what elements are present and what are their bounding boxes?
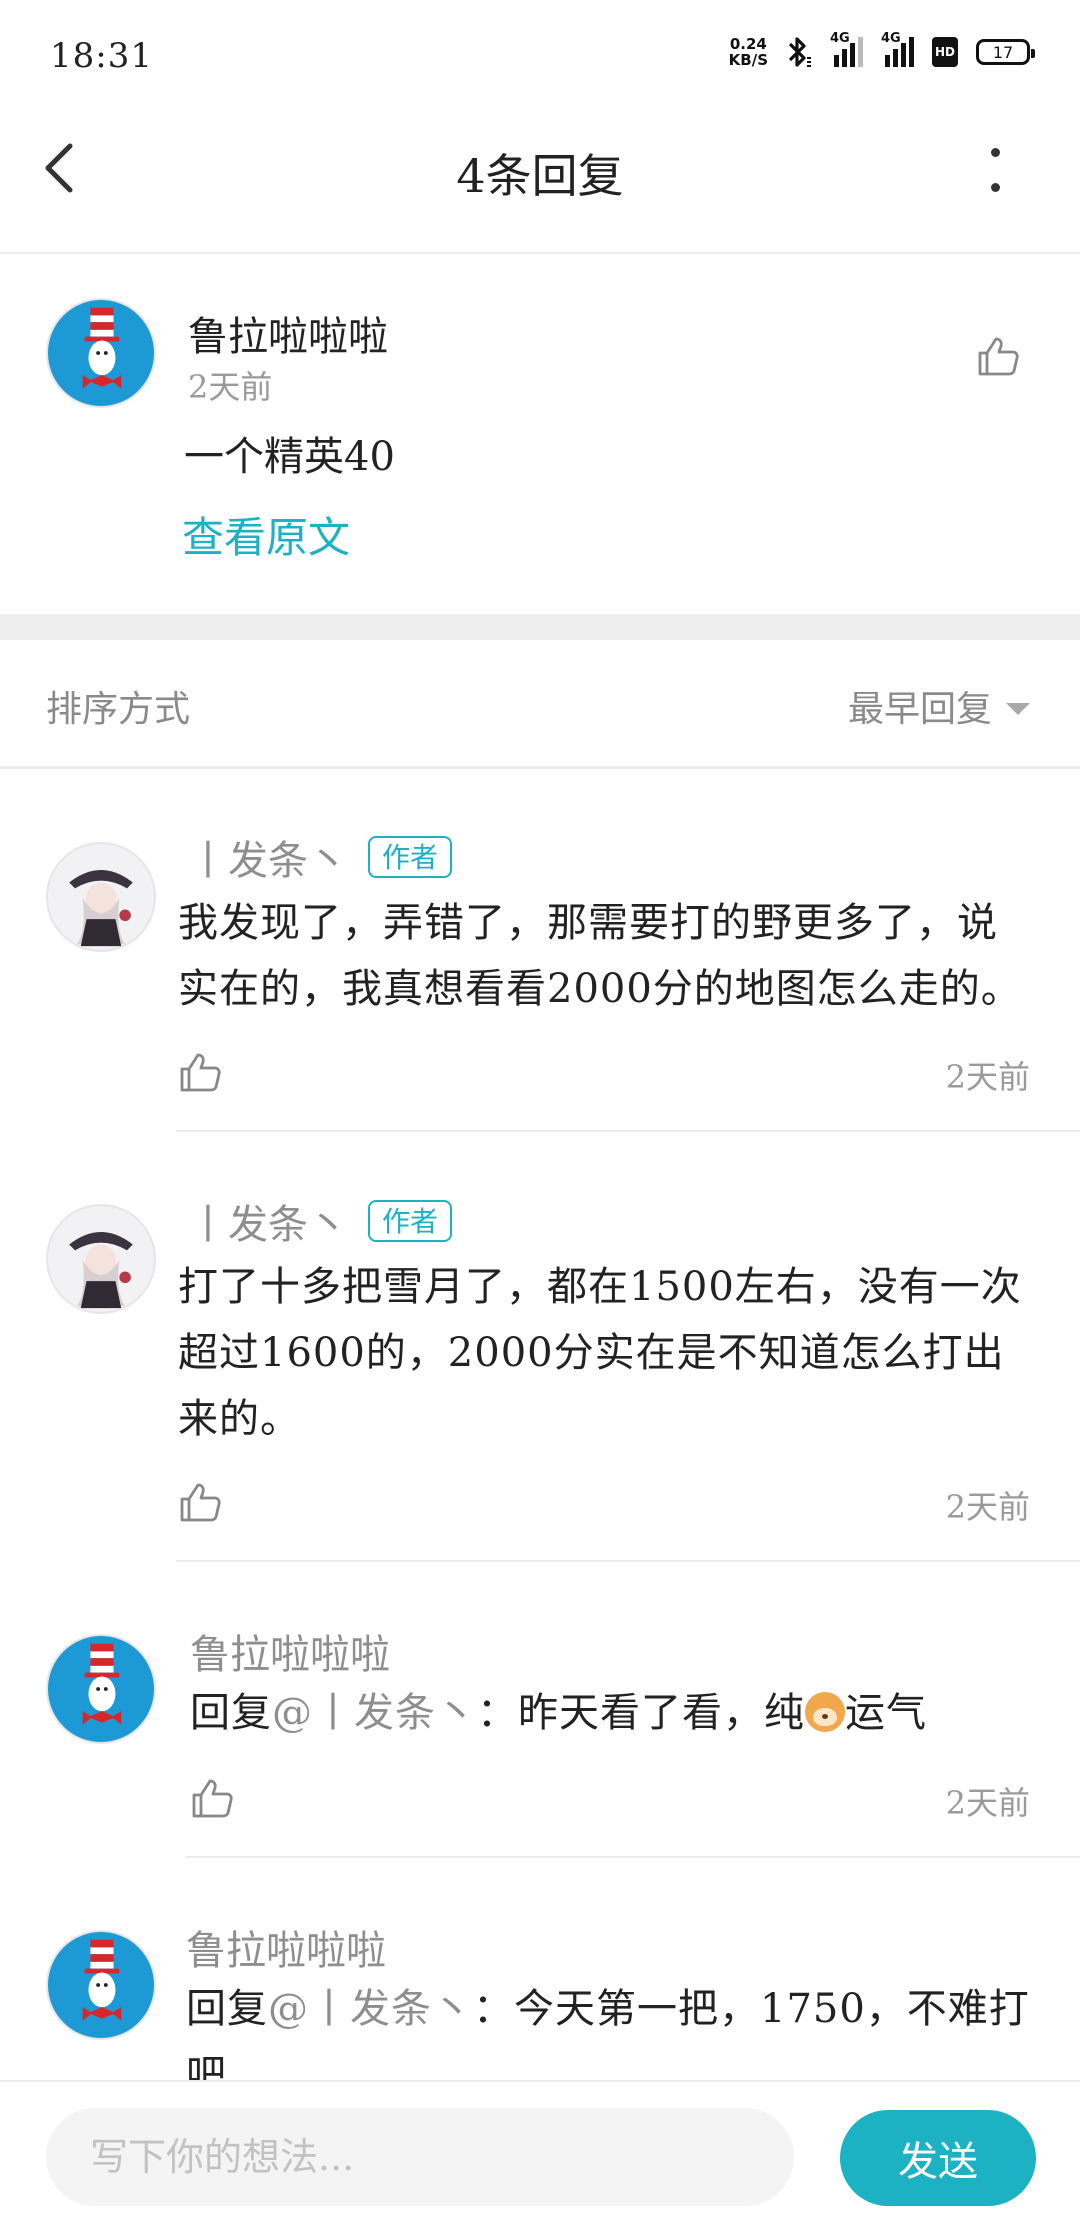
mention-link[interactable]: @丨发条丶 (272, 1690, 477, 1736)
author-badge: 作者 (368, 1200, 453, 1242)
reply-text: 打了十多把雪月了，都在1500左右，没有一次超过1600的，2000分实在是不知… (178, 1264, 1022, 1442)
post-author-name[interactable]: 鲁拉啦啦啦 (188, 304, 388, 362)
reply-divider (176, 1560, 1080, 1562)
reply-time: 2天前 (945, 1058, 1030, 1096)
reply-divider (176, 1130, 1080, 1132)
reply-divider (186, 1856, 1080, 1858)
reply-like-button[interactable] (190, 1776, 234, 1820)
signal-label-1: 4G (830, 31, 850, 46)
reply-header: 丨发条丶 作者 (188, 828, 453, 886)
reply-text: 回复@丨发条丶：昨天看了看，纯 运气 (190, 1680, 1040, 1746)
network-speed-value: 0.24 (729, 35, 767, 53)
thumbs-up-icon (978, 337, 1019, 376)
reply-text: 我发现了，弄错了，那需要打的野更多了，说实在的，我真想看看2000分的地图怎么走… (178, 900, 1022, 1012)
reply-header: 丨发条丶 作者 (188, 1192, 453, 1250)
cat-in-hat-avatar-icon (82, 307, 122, 389)
post-time: 2天前 (188, 368, 273, 406)
sort-divider (0, 766, 1080, 769)
battery-level: 17 (992, 42, 1014, 62)
signal-icon-2: 4G (881, 31, 914, 67)
dot-icon (990, 148, 1000, 157)
send-button[interactable]: 发送 (840, 2110, 1036, 2206)
sort-label: 排序方式 (46, 689, 191, 730)
thumbs-up-icon (192, 1779, 233, 1818)
cat-in-hat-avatar-icon (82, 1643, 122, 1725)
view-original-link[interactable]: 查看原文 (182, 504, 350, 565)
reply-avatar[interactable] (46, 1204, 156, 1314)
reply-time: 2天前 (945, 1784, 1030, 1822)
reply-author-name[interactable]: 丨发条丶 (188, 1192, 348, 1250)
bluetooth-icon (788, 37, 811, 67)
doge-emoji-icon (805, 1692, 845, 1732)
reply-author-name[interactable]: 丨发条丶 (188, 828, 348, 886)
thumbs-up-icon (180, 1483, 221, 1522)
mention-link[interactable]: @丨发条丶 (268, 1986, 473, 2032)
cat-in-hat-avatar-icon (82, 1939, 122, 2021)
post-like-button[interactable] (976, 334, 1020, 378)
status-time: 18:31 (50, 36, 153, 76)
post-author-avatar[interactable] (46, 298, 156, 408)
anime-girl-avatar-icon (69, 870, 133, 947)
reply-avatar[interactable] (46, 1930, 156, 2040)
comment-input[interactable] (46, 2108, 794, 2206)
reply-like-button[interactable] (178, 1050, 222, 1094)
reply-like-button[interactable] (178, 1480, 222, 1524)
anime-girl-avatar-icon (69, 1232, 133, 1309)
status-icons: 0.24 KB/S 4G 4G HD 17 (729, 30, 1035, 74)
caret-down-icon (1006, 703, 1030, 715)
signal-label-2: 4G (881, 31, 901, 46)
section-separator (0, 614, 1080, 640)
network-speed: 0.24 KB/S (729, 36, 768, 68)
post-text: 一个精英40 (184, 434, 395, 480)
reply-time: 2天前 (945, 1488, 1030, 1526)
reply-avatar[interactable] (46, 1634, 156, 1744)
network-speed-unit: KB/S (728, 51, 768, 69)
hd-icon: HD (932, 37, 958, 67)
author-badge: 作者 (368, 836, 453, 878)
reply-prefix: 回复 (186, 1986, 268, 2032)
more-options-button[interactable] (985, 148, 1005, 192)
composer-divider (0, 2080, 1080, 2082)
reply-author-name[interactable]: 鲁拉啦啦啦 (190, 1622, 390, 1680)
sort-value: 最早回复 (847, 689, 992, 730)
battery-icon: 17 (976, 39, 1035, 65)
reply-avatar[interactable] (46, 842, 156, 952)
reply-prefix: 回复 (190, 1690, 272, 1736)
page-title: 4条回复 (456, 149, 624, 203)
sort-dropdown[interactable]: 最早回复 (848, 680, 1030, 732)
dot-icon (990, 183, 1000, 192)
thumbs-up-icon (180, 1053, 221, 1092)
header-divider (0, 252, 1080, 254)
signal-icon-1: 4G (830, 31, 863, 67)
reply-text-part: ：昨天看了看，纯 (477, 1690, 805, 1736)
reply-text-part: 运气 (845, 1690, 927, 1736)
reply-author-name[interactable]: 鲁拉啦啦啦 (186, 1918, 386, 1976)
